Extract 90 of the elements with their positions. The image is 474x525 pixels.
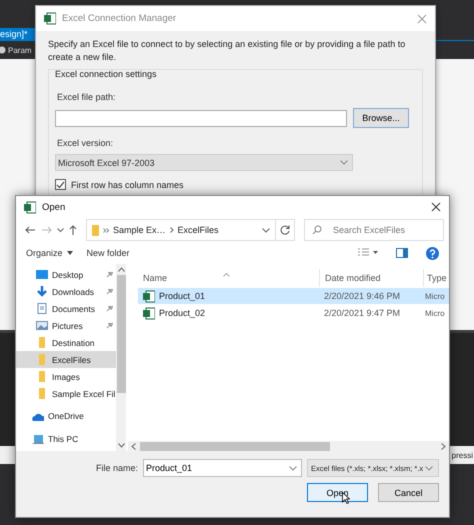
- nav-item[interactable]: OneDrive: [16, 407, 116, 425]
- forward-arrow-icon: [41, 226, 52, 234]
- back-arrow-icon[interactable]: [25, 226, 36, 234]
- excel-icon: [24, 200, 36, 214]
- toolbar-icon[interactable]: [0, 46, 6, 54]
- download-arrow-icon: [36, 286, 48, 297]
- file-name-field[interactable]: Product_01: [143, 459, 302, 477]
- address-bar[interactable]: Sample Ex… ExcelFiles: [86, 219, 276, 241]
- nav-item[interactable]: Desktop: [16, 266, 116, 283]
- group-title: Excel connection settings: [55, 69, 158, 79]
- pin-icon: [106, 322, 113, 329]
- checkbox-label: First row has column names: [71, 180, 184, 190]
- picture-icon: [36, 320, 48, 331]
- file-date: 2/20/2021 9:47 PM: [323, 308, 402, 318]
- folder-icon: [36, 388, 48, 399]
- scroll-thumb[interactable]: [116, 275, 126, 393]
- excel-icon: [44, 12, 56, 25]
- spreadsheet-icon: [143, 290, 155, 302]
- refresh-icon: [280, 225, 290, 235]
- pin-icon: [106, 288, 113, 295]
- description-text: Specify an Excel file to connect to by selecting an existing file or by providing a file path to create a new file.: [48, 38, 406, 64]
- file-name: Product_02: [159, 308, 206, 318]
- scroll-left-icon[interactable]: [131, 442, 136, 450]
- scroll-up-icon[interactable]: [118, 267, 124, 272]
- chevron-icon: [425, 466, 434, 470]
- chevron-icon[interactable]: [262, 228, 270, 232]
- field-label: File name:: [96, 463, 138, 473]
- document-icon: [36, 303, 48, 314]
- nav-item[interactable]: Pictures: [16, 317, 116, 334]
- document-tab[interactable]: esign]*: [0, 28, 35, 40]
- column-header[interactable]: Date modified: [320, 269, 424, 287]
- folder-icon: [36, 371, 48, 382]
- help-icon[interactable]: [426, 246, 439, 260]
- field-label: Excel file path:: [57, 92, 117, 102]
- nav-item[interactable]: Images: [16, 368, 116, 385]
- file-name: Product_01: [159, 291, 206, 301]
- chevron-right-icon: [170, 227, 174, 233]
- nav-item[interactable]: Sample Excel Fil: [16, 385, 116, 402]
- column-header[interactable]: Name: [138, 269, 320, 287]
- file-date: 2/20/2021 9:46 PM: [323, 291, 402, 301]
- desktop-icon: [36, 269, 48, 280]
- file-type: Micro: [424, 308, 446, 318]
- view-list-icon[interactable]: [358, 248, 378, 258]
- browse-button[interactable]: Browse...: [353, 108, 409, 128]
- folder-icon: [92, 224, 99, 236]
- scroll-thumb[interactable]: [140, 442, 330, 450]
- pin-icon: [106, 271, 113, 278]
- search-field[interactable]: Search ExcelFiles: [304, 219, 444, 241]
- column-header[interactable]: Type: [424, 273, 449, 283]
- folder-icon: [36, 337, 48, 348]
- nav-item[interactable]: Documents: [16, 300, 116, 317]
- cancel-button[interactable]: Cancel: [378, 483, 439, 502]
- scrollbar[interactable]: [116, 264, 126, 451]
- chevron-icon: [340, 160, 348, 165]
- double-chevron-icon: [103, 228, 109, 232]
- nav-item[interactable]: This PC: [16, 430, 116, 448]
- input-field[interactable]: [55, 110, 347, 126]
- organize-menu[interactable]: Organize: [24, 248, 75, 258]
- file-row[interactable]: Product_01 2/20/2021 9:46 PM Micro: [138, 288, 449, 304]
- nav-item[interactable]: Downloads: [16, 283, 116, 300]
- window-title: Open: [42, 202, 66, 212]
- chevron-icon[interactable]: [289, 466, 298, 471]
- sort-up-icon: [223, 273, 230, 277]
- version-dropdown[interactable]: Microsoft Excel 97-2003: [55, 154, 353, 171]
- up-arrow-icon[interactable]: [69, 225, 77, 235]
- computer-icon: [32, 434, 44, 444]
- file-row[interactable]: Product_02 2/20/2021 9:47 PM Micro: [138, 305, 449, 321]
- search-icon: [312, 225, 322, 235]
- window-title: Excel Connection Manager: [62, 13, 178, 24]
- close-icon[interactable]: [431, 202, 441, 212]
- property-text: pressi: [452, 450, 474, 460]
- nav-item[interactable]: ExcelFiles: [16, 351, 116, 368]
- new-folder-button[interactable]: New folder: [84, 248, 132, 258]
- scrollbar[interactable]: [128, 441, 449, 451]
- scroll-down-icon[interactable]: [118, 443, 124, 448]
- breadcrumb-item[interactable]: Sample Ex…: [113, 225, 166, 235]
- nav-item[interactable]: Destination: [16, 334, 116, 351]
- folder-icon: [36, 354, 48, 365]
- file-type: Micro: [424, 292, 446, 300]
- chevron-icon[interactable]: [57, 228, 64, 232]
- field-label: Excel version:: [57, 138, 114, 148]
- spreadsheet-icon: [143, 306, 155, 320]
- preview-pane-icon[interactable]: [396, 248, 408, 258]
- checkbox[interactable]: [55, 179, 66, 190]
- breadcrumb-item[interactable]: ExcelFiles: [178, 225, 219, 235]
- refresh-button[interactable]: [275, 219, 295, 241]
- toolbar-label[interactable]: Param: [8, 46, 32, 54]
- pin-icon: [106, 305, 113, 312]
- caret-icon: [66, 251, 73, 255]
- scroll-right-icon[interactable]: [441, 442, 446, 450]
